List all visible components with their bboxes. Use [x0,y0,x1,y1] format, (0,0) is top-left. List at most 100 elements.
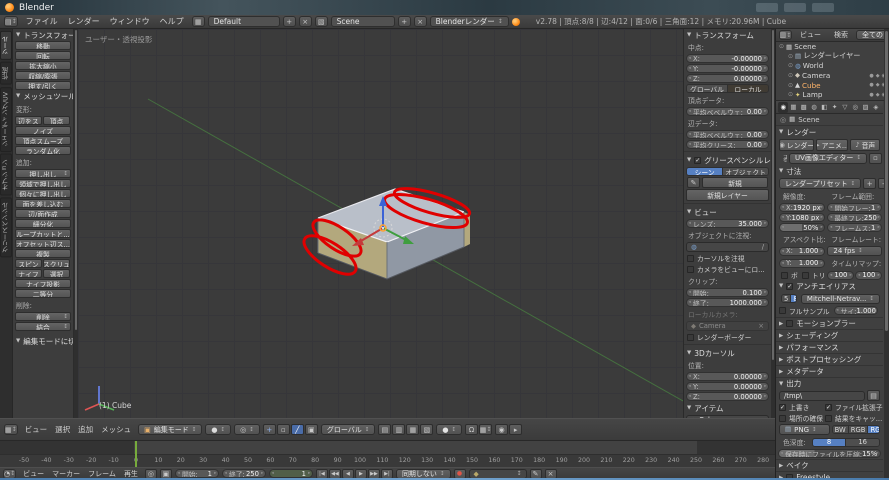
playback-button[interactable]: ▶| [381,469,393,479]
tool-button[interactable]: ナイフ [15,269,42,278]
frame-end-field[interactable]: 終了:250 [222,469,266,478]
grease-new-button[interactable]: 新規 [702,177,768,188]
mean-bevel-weight-field[interactable]: 平均ベベルウェ:0.00 [686,130,769,139]
tool-button[interactable]: 押す/引く [15,81,71,90]
playback-button[interactable]: ◀ [342,469,354,479]
menu-item[interactable]: 再生 [120,469,142,479]
menu-item[interactable]: 選択 [51,424,74,435]
remap-old-field[interactable]: 100 [827,271,854,280]
lock-interface-icon[interactable]: ▫ [869,153,882,164]
outliner-item[interactable]: ⊙ World ●◆◉ [776,61,889,71]
menu-item[interactable]: ファイル [21,16,63,27]
tool-button[interactable]: 選択 [43,269,70,278]
tool-button[interactable]: 辺をス [15,116,42,125]
occlude-geometry-toggle[interactable]: ▤ [378,424,391,435]
eyedropper-icon[interactable]: / [762,243,764,251]
properties-tab[interactable]: ✦ [829,102,839,113]
sync-mode-select[interactable]: 同期しない [396,469,451,479]
tool-button[interactable]: 頂点 [43,116,70,125]
tool-button[interactable]: ループカットと... [15,229,71,238]
grease-pencil-checkbox[interactable] [694,157,701,164]
depth-16-option[interactable]: 16 [846,439,879,446]
expand-icon[interactable]: ⊙ [788,72,793,79]
window-titlebar[interactable]: Blender [0,0,889,15]
properties-tab[interactable]: ◧ [819,102,829,113]
tool-button[interactable]: オフセット辺ス... [15,239,71,248]
properties-tab[interactable]: ▨ [860,102,870,113]
tool-button[interactable]: ランダム化 [15,146,71,155]
panel-header-collapsed[interactable]: ▶ モーションブラー [776,317,883,329]
toolshelf-tab[interactable]: シェーディング/UV [0,87,12,152]
tool-button[interactable]: 辺/面作成 [15,209,71,218]
tool-button[interactable]: 回転 [15,51,71,60]
edge-select-mode[interactable]: ╱ [291,424,304,435]
lock-object-field[interactable]: / [686,242,769,252]
border-checkbox[interactable]: ボ [781,270,798,280]
tool-button[interactable]: ナイフ投影 [15,279,71,288]
opengl-render-anim-button[interactable]: ▸ [509,424,522,435]
clip-start-field[interactable]: 開始:0.100 [686,288,769,297]
render-border-checkbox[interactable]: レンダーボーダー [687,332,751,342]
delete-scene-button[interactable]: × [414,16,427,27]
menu-item[interactable]: 追加 [74,424,97,435]
render-engine-select[interactable]: Blenderレンダー↕ [430,16,509,27]
folder-browse-icon[interactable]: ▤ [867,390,880,401]
tool-button[interactable]: ノイズ [15,126,71,135]
snap-peel-icon[interactable]: ▧ [420,424,433,435]
viewport-scene[interactable] [78,29,683,418]
tool-button[interactable]: 個々に押し出し [15,189,71,198]
file-extensions-checkbox[interactable]: ファイル拡張子 [825,402,883,412]
properties-tab[interactable]: ◈ [871,102,881,113]
properties-tab[interactable]: ◍ [809,102,819,113]
window-controls[interactable] [756,3,834,12]
tool-button[interactable]: 結合 [15,322,71,331]
viewport-shading-select[interactable]: ● [205,424,231,435]
outliner-item[interactable]: ⊙ Scene ●◆◉ [776,42,889,52]
number-field[interactable]: Z:0.00000 [686,392,769,401]
rgba-option[interactable]: RGBA [868,426,880,433]
outliner-item[interactable]: ⊙ Lamp ●◆◉ [776,90,889,100]
outliner-search-menu[interactable]: 検索 [829,30,853,40]
face-select-mode[interactable]: ▣ [305,424,318,435]
clip-end-field[interactable]: 終了:1000.000 [686,298,769,307]
camera-to-view-checkbox[interactable]: カメラをビューにロ... [687,264,765,274]
render-animation-button[interactable]: ▸アニメ... [816,139,848,151]
menu-item[interactable]: レンダー [63,16,105,27]
screen-layout-icon[interactable]: ▦ [192,16,205,27]
tool-button[interactable]: 細分化 [15,219,71,228]
mean-bevel-weight-field[interactable]: 平均ベベルウェ:0.00 [686,107,769,116]
mean-crease-field[interactable]: 平均クリース:0.00 [686,140,769,149]
panel-header-dimensions[interactable]: ▼寸法 [776,165,883,177]
tool-button[interactable]: 面を差し込む [15,199,71,208]
tool-button[interactable]: 押し出し [15,169,71,178]
file-format-select[interactable]: PNG [779,424,830,435]
transform-orientation-select[interactable]: グローバル [321,424,376,435]
resolution-y-field[interactable]: Y:1080 px [779,213,825,222]
add-layout-button[interactable]: + [283,16,296,27]
toolshelf-tab[interactable]: グリースペンシル [0,197,12,257]
tool-button[interactable]: 二等分 [15,289,71,298]
number-field[interactable]: Z:0.00000 [686,74,769,83]
number-field[interactable]: X:-0.00000 [686,54,769,63]
expand-icon[interactable]: ⊙ [788,82,793,89]
menu-item[interactable]: ヘルプ [155,16,189,27]
number-field[interactable]: Y:0.00000 [686,382,769,391]
resolution-x-field[interactable]: X:1920 px [779,203,825,212]
delete-keyframe-button[interactable]: × [545,469,557,479]
aa-size-field[interactable]: サイ:1.000 px [834,306,878,315]
pivot-point-select[interactable]: ◎ [234,424,260,435]
tool-button[interactable]: 収縮/膨張 [15,71,71,80]
timeline-track[interactable] [0,441,775,454]
output-path-field[interactable]: /tmp\ [779,391,865,401]
properties-scrollbar[interactable] [884,29,889,480]
overwrite-checkbox[interactable]: 上書き [779,402,823,412]
aspect-y-field[interactable]: Y:1.000 [779,259,825,268]
number-field[interactable]: X:0.00000 [686,372,769,381]
panel-header-collapsed[interactable]: ▶ シェーディング [776,329,883,341]
panel-header-collapsed[interactable]: ▶ メタデータ [776,365,883,377]
frame-start-field[interactable]: 開始フレー:1 [827,203,882,212]
playhead[interactable] [135,441,137,467]
opengl-render-button[interactable]: ◉ [495,424,508,435]
menu-item[interactable]: メッシュ [97,424,135,435]
depth-8-option[interactable]: 8 [813,439,847,446]
